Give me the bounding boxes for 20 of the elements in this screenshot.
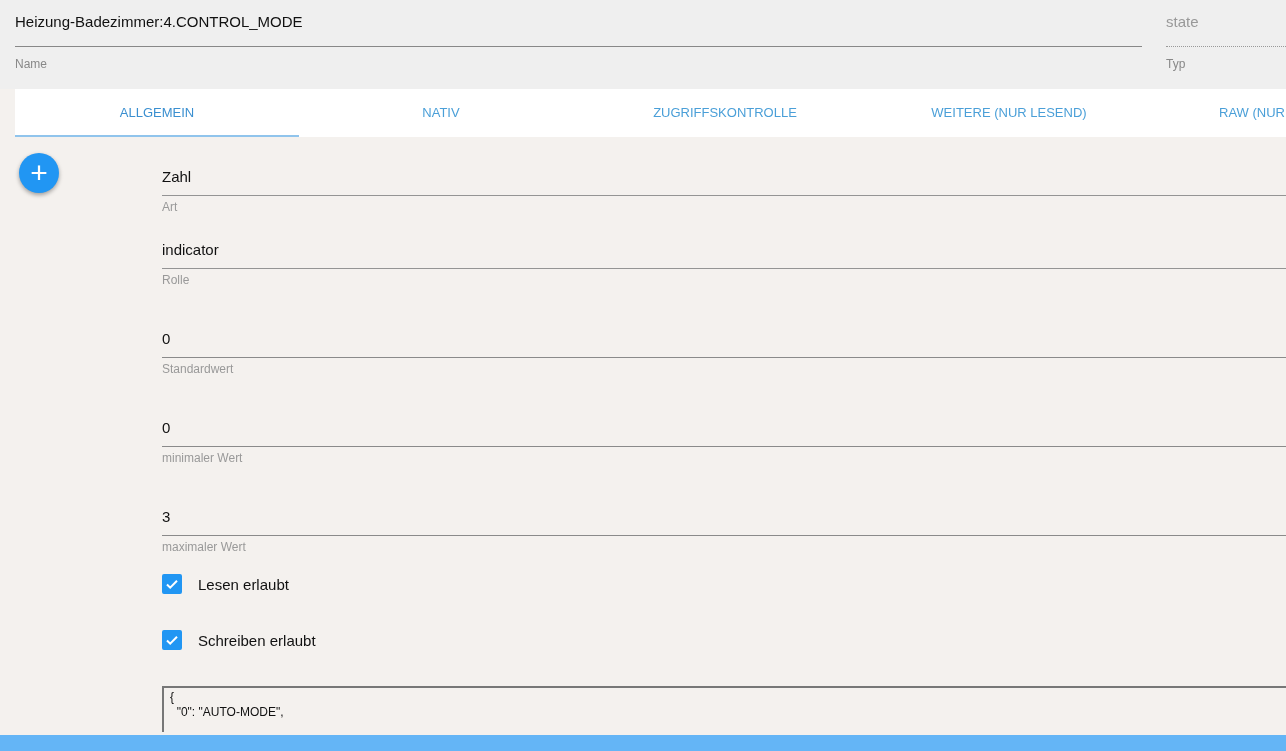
states-editor[interactable]: { "0": "AUTO-MODE", [162, 686, 1286, 732]
checkbox[interactable] [162, 630, 182, 650]
check-icon [165, 577, 179, 591]
checkbox-label: Schreiben erlaubt [198, 631, 316, 649]
number-field[interactable]: 0 [162, 416, 1286, 447]
field-label: maximaler Wert [162, 540, 247, 554]
checkbox[interactable] [162, 574, 182, 594]
field-label: minimaler Wert [162, 451, 244, 465]
check-icon [165, 633, 179, 647]
field-label: Art [162, 200, 179, 214]
number-field[interactable]: 3 [162, 505, 1286, 536]
field-label: Standardwert [162, 362, 235, 376]
type-select[interactable]: Zahl [162, 165, 1286, 196]
input-field[interactable]: indicator [162, 238, 1286, 269]
field-label: Typ [1166, 57, 1187, 71]
checkbox-label: Lesen erlaubt [198, 575, 289, 593]
name-field[interactable]: Heizung-Badezimmer:4.CONTROL_MODE [15, 10, 1142, 47]
field-label: Name [15, 57, 48, 71]
field-label: Rolle [162, 273, 191, 287]
number-field[interactable]: 0 [162, 327, 1286, 358]
